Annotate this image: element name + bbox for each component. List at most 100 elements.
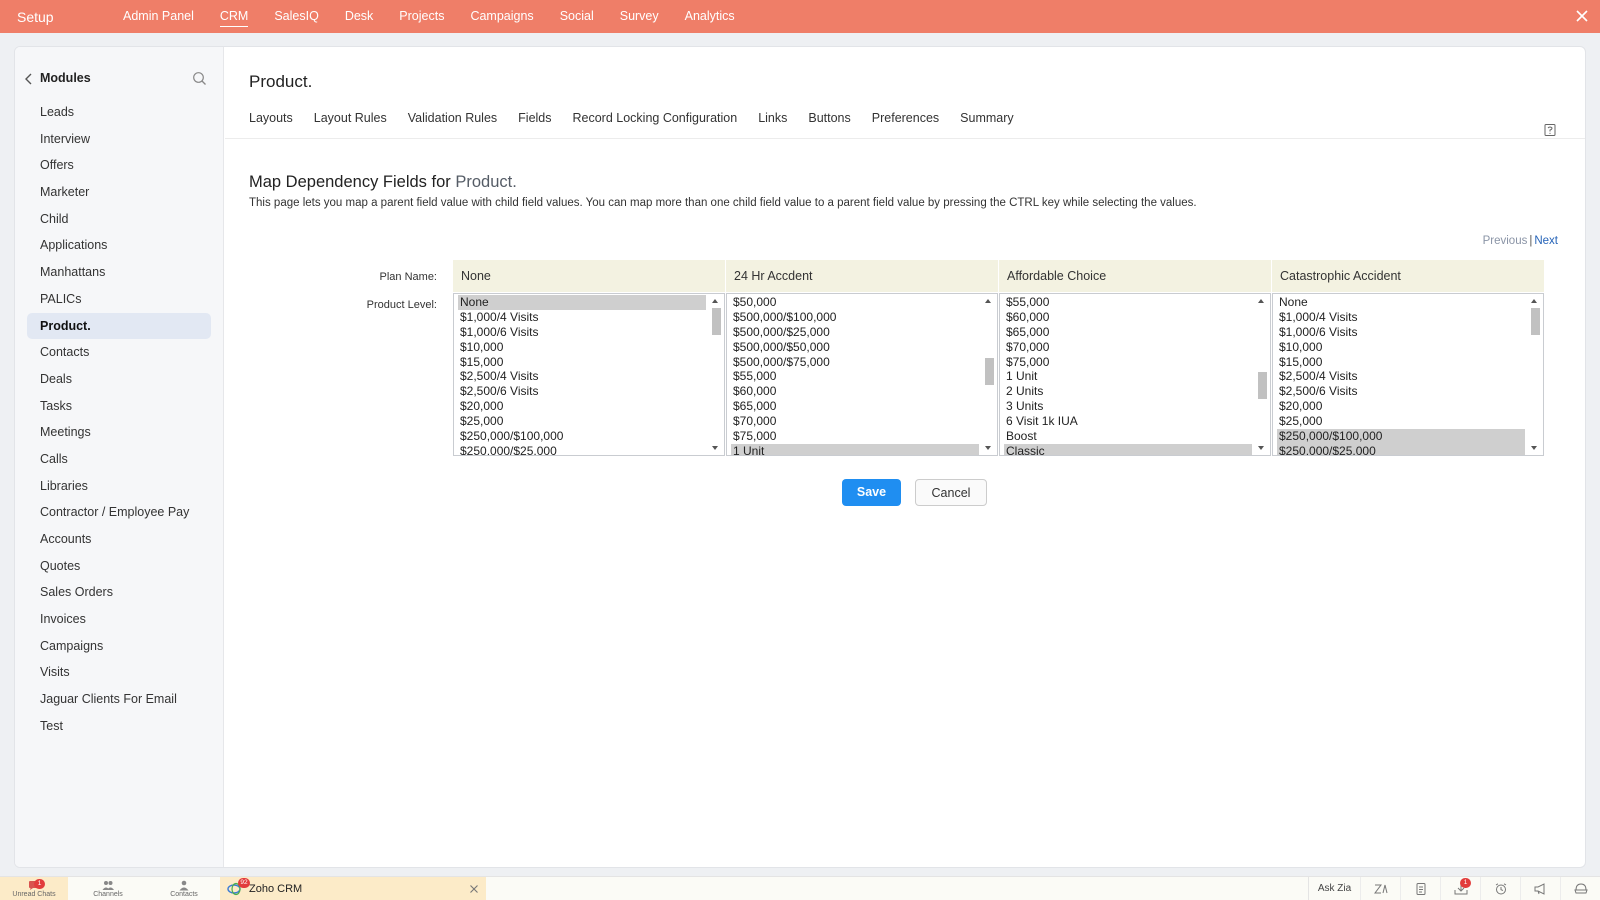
product-level-listbox[interactable]: $55,000 $60,000 $65,000 $70,000 $75,000 1 Uni… bbox=[999, 293, 1271, 456]
zoho-crm-tab[interactable]: 92 Zoho CRM bbox=[220, 877, 486, 900]
sidebar-item-leads[interactable]: Leads bbox=[27, 99, 211, 126]
listbox-option[interactable]: $1,000/4 Visits bbox=[458, 310, 706, 325]
nav-crm[interactable]: CRM bbox=[207, 0, 261, 33]
sidebar-item-child[interactable]: Child bbox=[27, 206, 211, 233]
sidebar-item-interview[interactable]: Interview bbox=[27, 126, 211, 153]
sidebar-item-calls[interactable]: Calls bbox=[27, 446, 211, 473]
scrollbar[interactable] bbox=[1529, 295, 1542, 454]
sidebar-item-quotes[interactable]: Quotes bbox=[27, 553, 211, 580]
listbox-option[interactable]: 1 Unit bbox=[731, 443, 979, 455]
scrollbar[interactable] bbox=[1256, 295, 1269, 454]
listbox-option[interactable]: $2,500/4 Visits bbox=[1277, 369, 1525, 384]
listbox-option[interactable]: $70,000 bbox=[1004, 340, 1252, 355]
listbox-option[interactable]: $75,000 bbox=[731, 429, 979, 444]
listbox-option[interactable]: $250,000/$100,000 bbox=[1277, 429, 1525, 444]
notifications-tool[interactable]: 1 bbox=[1440, 877, 1480, 900]
listbox-option[interactable]: $75,000 bbox=[1004, 355, 1252, 370]
listbox-option[interactable]: $70,000 bbox=[731, 414, 979, 429]
listbox-option[interactable]: $2,500/4 Visits bbox=[458, 369, 706, 384]
sidebar-item-palics[interactable]: PALICs bbox=[27, 286, 211, 313]
sidebar-item-campaigns[interactable]: Campaigns bbox=[27, 633, 211, 660]
listbox-option[interactable]: $2,500/6 Visits bbox=[458, 384, 706, 399]
product-level-listbox[interactable]: $50,000 $500,000/$100,000 $500,000/$25,000… bbox=[726, 293, 998, 456]
tab-validation-rules[interactable]: Validation Rules bbox=[408, 111, 497, 125]
listbox-option[interactable]: None bbox=[458, 295, 706, 310]
listbox-option[interactable]: None bbox=[1277, 295, 1525, 310]
nav-projects[interactable]: Projects bbox=[386, 0, 457, 33]
scroll-down-arrow-icon[interactable] bbox=[985, 446, 991, 450]
listbox-option[interactable]: 6 Visit 1k IUA bbox=[1004, 414, 1252, 429]
listbox-option[interactable]: $10,000 bbox=[1277, 340, 1525, 355]
tab-summary[interactable]: Summary bbox=[960, 111, 1013, 125]
tab-preferences[interactable]: Preferences bbox=[872, 111, 939, 125]
listbox-option[interactable]: 2 Units bbox=[1004, 384, 1252, 399]
nav-campaigns[interactable]: Campaigns bbox=[457, 0, 546, 33]
scroll-down-arrow-icon[interactable] bbox=[712, 446, 718, 450]
sidebar-item-jaguar-clients[interactable]: Jaguar Clients For Email bbox=[27, 686, 211, 713]
sidebar-item-marketer[interactable]: Marketer bbox=[27, 179, 211, 206]
listbox-option[interactable]: $55,000 bbox=[731, 369, 979, 384]
scroll-up-arrow-icon[interactable] bbox=[712, 299, 718, 303]
sidebar-item-product[interactable]: Product. bbox=[27, 312, 211, 340]
product-level-listbox[interactable]: None $1,000/4 Visits $1,000/6 Visits $10,00… bbox=[1272, 293, 1544, 456]
back-chevron-icon[interactable] bbox=[23, 72, 35, 86]
listbox-option[interactable]: $1,000/6 Visits bbox=[1277, 325, 1525, 340]
setup-brand[interactable]: Setup bbox=[0, 9, 110, 25]
nav-survey[interactable]: Survey bbox=[607, 0, 672, 33]
listbox-option[interactable]: $55,000 bbox=[1004, 295, 1252, 310]
sidebar-item-offers[interactable]: Offers bbox=[27, 152, 211, 179]
product-level-listbox[interactable]: None $1,000/4 Visits $1,000/6 Visits $10,00… bbox=[453, 293, 725, 456]
scroll-thumb[interactable] bbox=[1258, 372, 1267, 399]
sidebar-item-test[interactable]: Test bbox=[27, 713, 211, 740]
contacts-tab[interactable]: Contacts bbox=[148, 877, 220, 900]
listbox-option[interactable]: $60,000 bbox=[1004, 310, 1252, 325]
listbox-option[interactable]: $250,000/$25,000 bbox=[1277, 443, 1525, 455]
sidebar-item-visits[interactable]: Visits bbox=[27, 659, 211, 686]
next-link[interactable]: Next bbox=[1534, 235, 1558, 247]
tab-record-locking[interactable]: Record Locking Configuration bbox=[573, 111, 738, 125]
announcement-tool[interactable] bbox=[1520, 877, 1560, 900]
scroll-thumb[interactable] bbox=[712, 308, 721, 335]
listbox-option[interactable]: $15,000 bbox=[458, 355, 706, 370]
close-tab-icon[interactable] bbox=[469, 884, 479, 894]
listbox-option[interactable]: $60,000 bbox=[731, 384, 979, 399]
sidebar-item-applications[interactable]: Applications bbox=[27, 232, 211, 259]
alarm-tool[interactable] bbox=[1480, 877, 1520, 900]
scroll-thumb[interactable] bbox=[985, 358, 994, 385]
tab-buttons[interactable]: Buttons bbox=[808, 111, 850, 125]
zia-tool[interactable] bbox=[1360, 877, 1400, 900]
scrollbar[interactable] bbox=[710, 295, 723, 454]
scroll-up-arrow-icon[interactable] bbox=[1258, 299, 1264, 303]
sidebar-item-manhattans[interactable]: Manhattans bbox=[27, 259, 211, 286]
tab-links[interactable]: Links bbox=[758, 111, 787, 125]
scroll-up-arrow-icon[interactable] bbox=[985, 299, 991, 303]
unread-chats-tab[interactable]: Unread Chats 1 bbox=[0, 877, 68, 900]
listbox-option[interactable]: $10,000 bbox=[458, 340, 706, 355]
cancel-button[interactable]: Cancel bbox=[915, 479, 987, 506]
scroll-thumb[interactable] bbox=[1531, 308, 1540, 335]
sidebar-item-sales-orders[interactable]: Sales Orders bbox=[27, 579, 211, 606]
nav-desk[interactable]: Desk bbox=[332, 0, 386, 33]
channels-tab[interactable]: Channels bbox=[72, 877, 144, 900]
listbox-option[interactable]: $20,000 bbox=[458, 399, 706, 414]
listbox-option[interactable]: $65,000 bbox=[1004, 325, 1252, 340]
listbox-option[interactable]: Boost bbox=[1004, 429, 1252, 444]
scroll-down-arrow-icon[interactable] bbox=[1258, 446, 1264, 450]
listbox-option[interactable]: $25,000 bbox=[458, 414, 706, 429]
tab-layouts[interactable]: Layouts bbox=[249, 111, 293, 125]
nav-salesiq[interactable]: SalesIQ bbox=[261, 0, 331, 33]
listbox-option[interactable]: $500,000/$50,000 bbox=[731, 340, 979, 355]
listbox-option[interactable]: $15,000 bbox=[1277, 355, 1525, 370]
sidebar-item-accounts[interactable]: Accounts bbox=[27, 526, 211, 553]
notes-tool[interactable] bbox=[1400, 877, 1440, 900]
sidebar-item-contacts[interactable]: Contacts bbox=[27, 339, 211, 366]
listbox-option[interactable]: Classic bbox=[1004, 443, 1252, 455]
sidebar-item-contractor-employee-pay[interactable]: Contractor / Employee Pay bbox=[27, 499, 211, 526]
listbox-option[interactable]: $1,000/6 Visits bbox=[458, 325, 706, 340]
close-icon[interactable] bbox=[1574, 8, 1590, 24]
listbox-option[interactable]: $2,500/6 Visits bbox=[1277, 384, 1525, 399]
listbox-option[interactable]: $500,000/$75,000 bbox=[731, 355, 979, 370]
sidebar-item-invoices[interactable]: Invoices bbox=[27, 606, 211, 633]
tab-fields[interactable]: Fields bbox=[518, 111, 551, 125]
listbox-option[interactable]: 3 Units bbox=[1004, 399, 1252, 414]
